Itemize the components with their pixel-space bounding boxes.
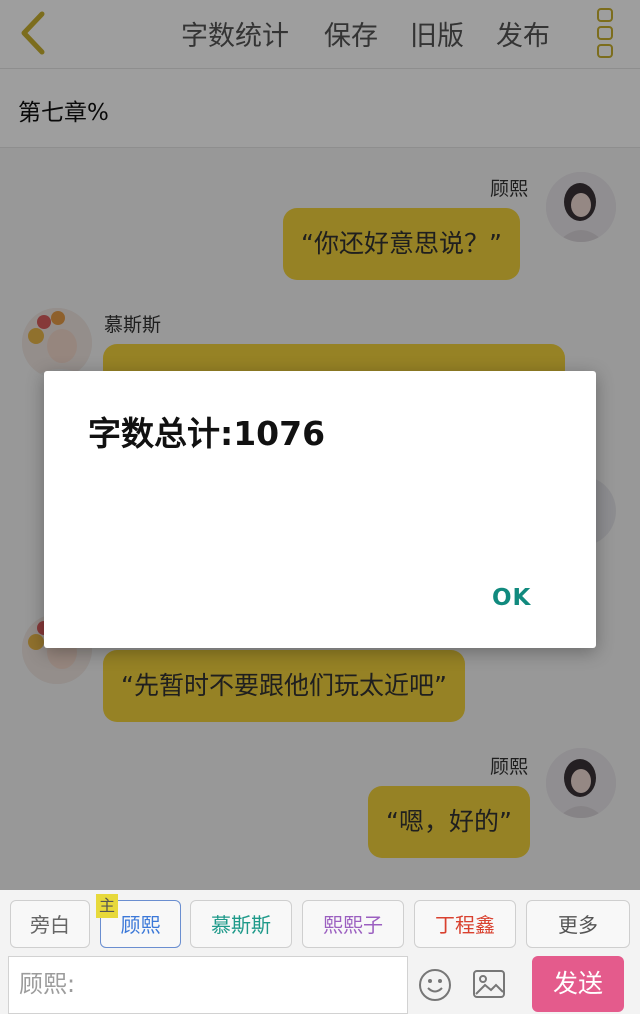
dialog-message: 字数总计:1076 bbox=[88, 414, 326, 453]
ok-button[interactable]: OK bbox=[492, 585, 531, 611]
smiley-icon[interactable] bbox=[418, 968, 452, 1002]
chip-label: 旁白 bbox=[30, 913, 70, 937]
character-chip-xixizi[interactable]: 熙熙子 bbox=[302, 900, 404, 948]
character-chip-narration[interactable]: 旁白 bbox=[10, 900, 90, 948]
image-icon[interactable] bbox=[472, 968, 506, 1000]
chip-label: 慕斯斯 bbox=[211, 913, 271, 937]
send-button[interactable]: 发送 bbox=[532, 956, 624, 1012]
message-input-box[interactable] bbox=[8, 956, 409, 1014]
character-chip-dingchengxin[interactable]: 丁程鑫 bbox=[414, 900, 516, 948]
chip-label: 顾熙 bbox=[120, 913, 161, 937]
word-count-dialog: 字数总计:1076 OK bbox=[44, 371, 596, 648]
chip-label: 丁程鑫 bbox=[435, 913, 495, 937]
character-chip-musisi[interactable]: 慕斯斯 bbox=[190, 900, 292, 948]
composer-panel: 旁白 顾熙 主 慕斯斯 熙熙子 丁程鑫 更多 发送 bbox=[0, 890, 640, 1014]
main-character-badge: 主 bbox=[96, 894, 118, 918]
message-input[interactable] bbox=[9, 957, 409, 1011]
chip-label: 更多 bbox=[558, 913, 598, 937]
chip-label: 熙熙子 bbox=[323, 913, 383, 937]
more-characters-button[interactable]: 更多 bbox=[526, 900, 630, 948]
